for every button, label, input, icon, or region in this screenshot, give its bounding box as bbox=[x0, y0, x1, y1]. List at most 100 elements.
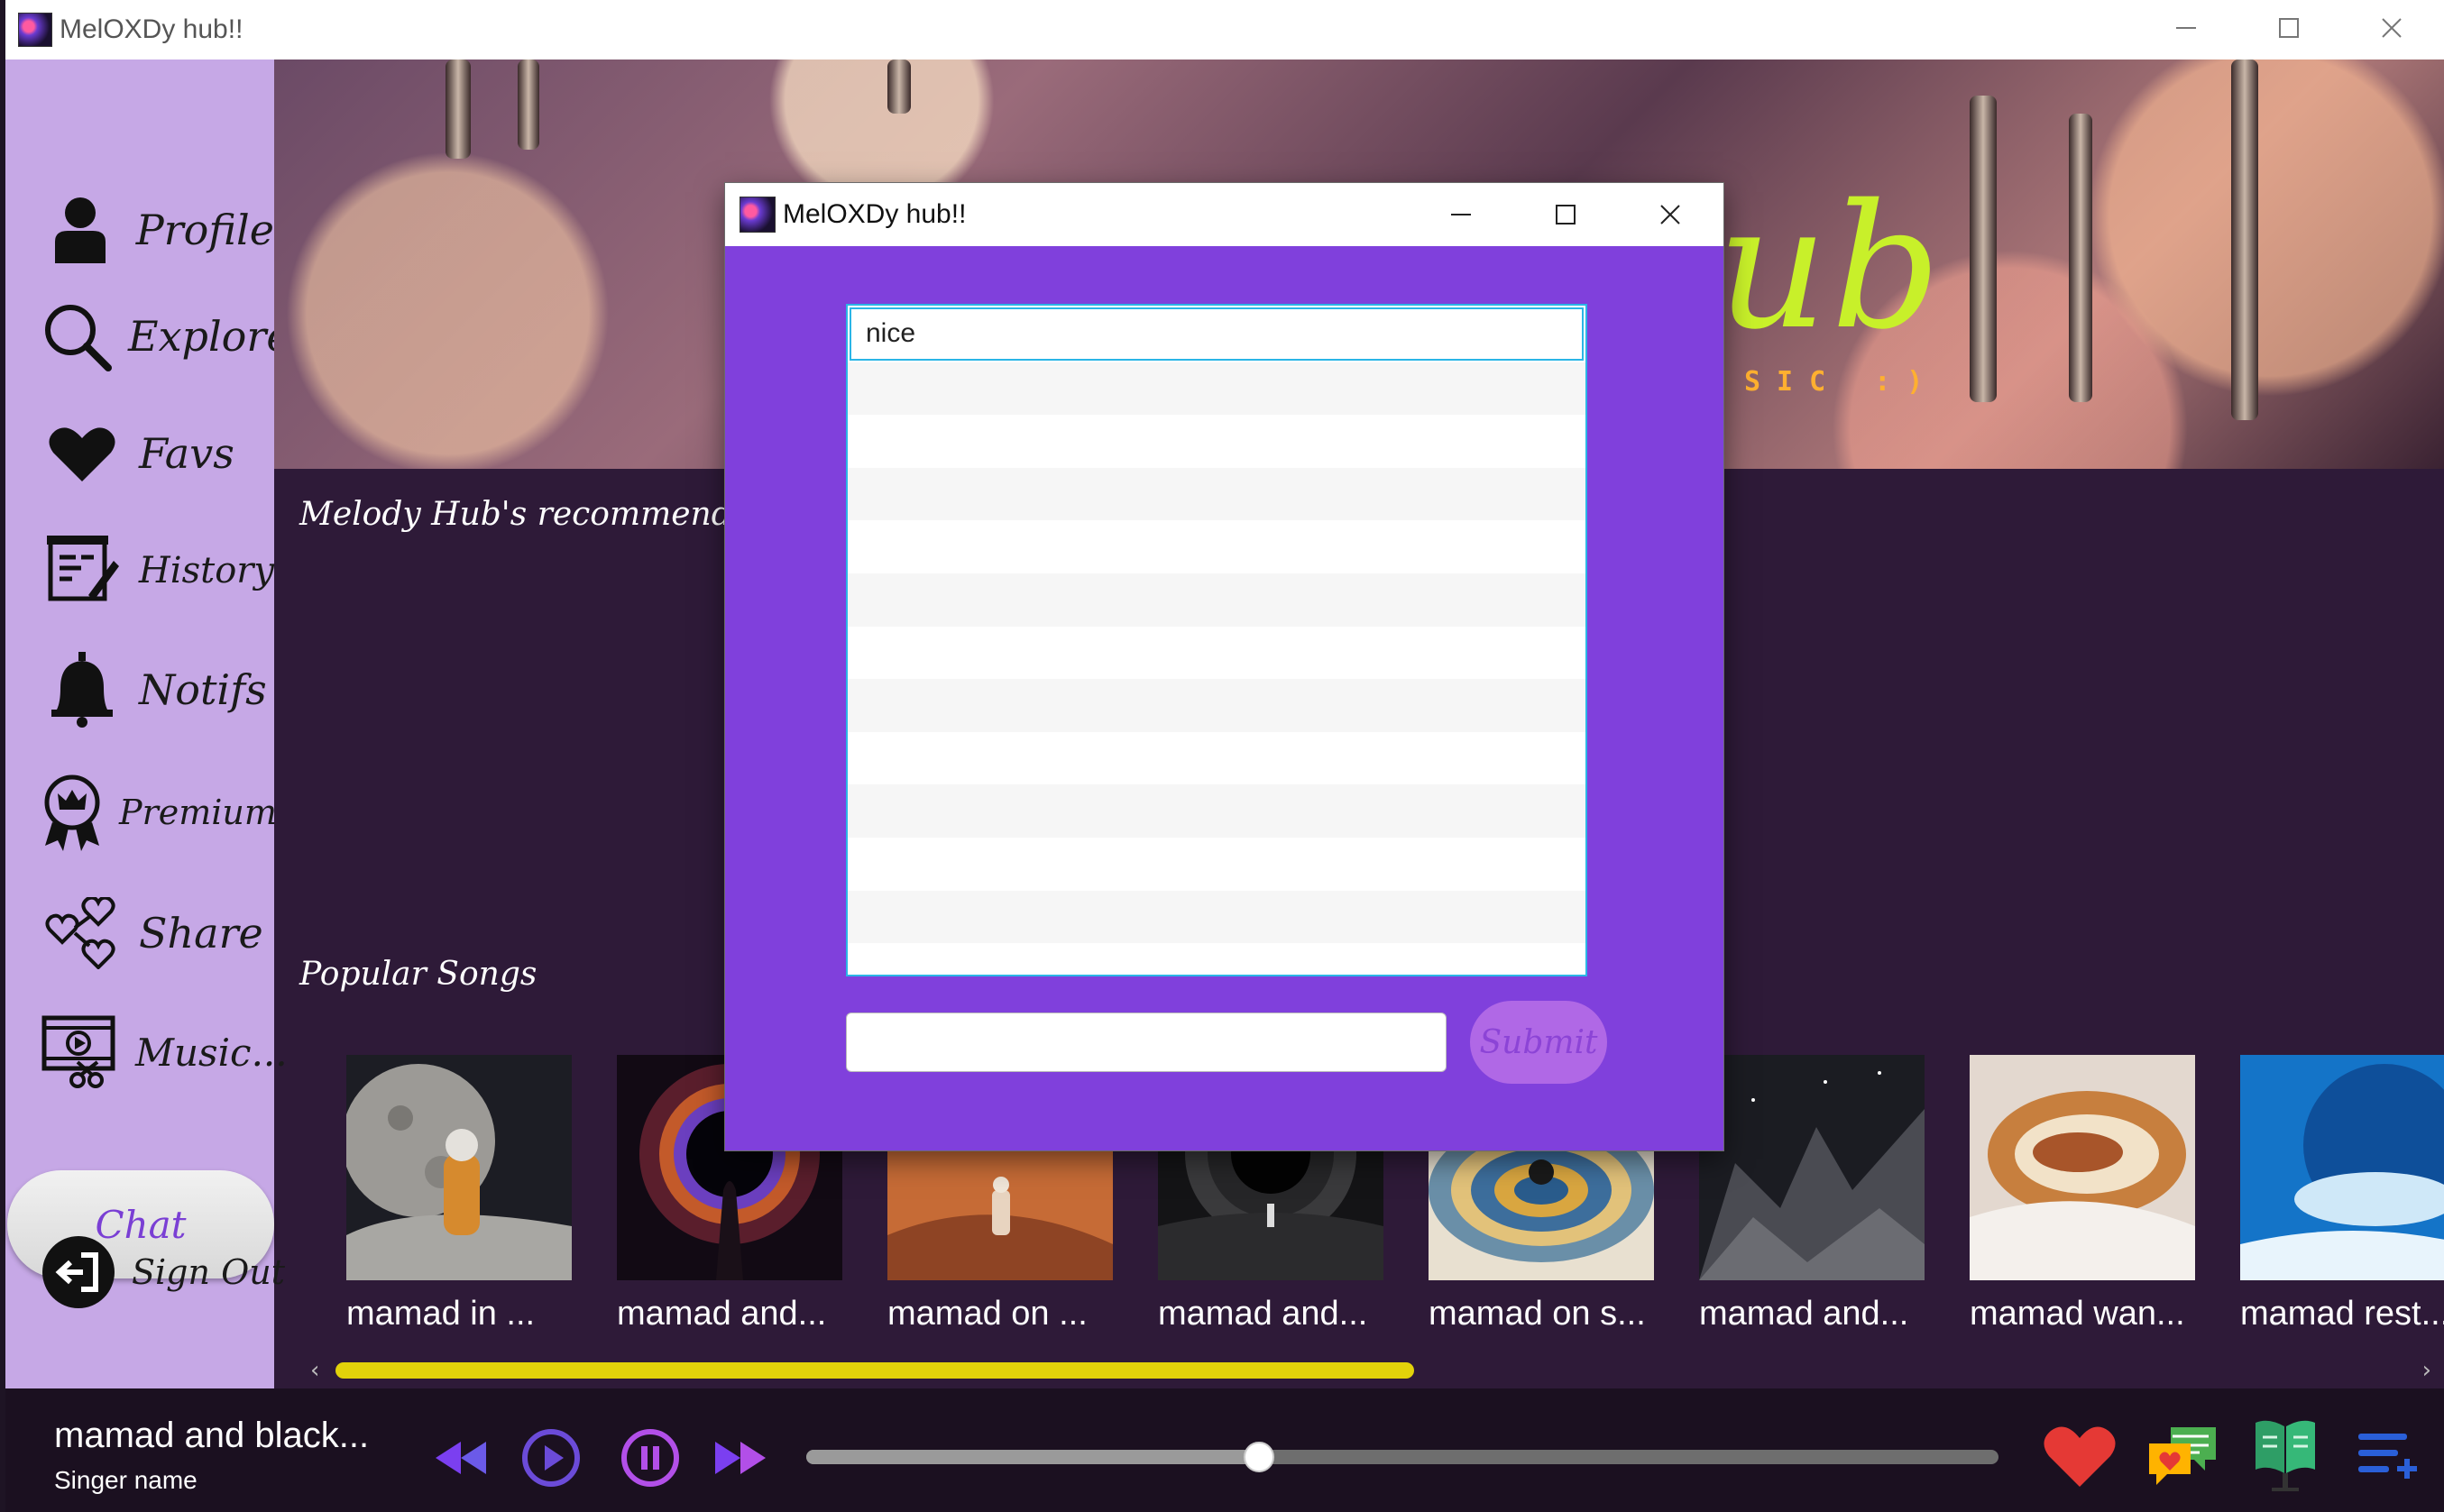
sidebar-item-label: Music... bbox=[135, 1030, 288, 1075]
sidebar-item-favs[interactable]: Favs bbox=[5, 404, 274, 503]
lyrics-book-button[interactable] bbox=[2246, 1416, 2325, 1495]
dialog-minimize-button[interactable] bbox=[1409, 183, 1513, 246]
list-item bbox=[848, 784, 1585, 838]
banner-decor bbox=[2069, 114, 2092, 402]
sign-out-button[interactable]: Sign Out bbox=[5, 1223, 285, 1322]
minimize-button[interactable] bbox=[2136, 0, 2237, 56]
dialog-titlebar: MelOXDy hub!! bbox=[725, 183, 1723, 246]
sidebar-item-label: Sign Out bbox=[132, 1252, 285, 1292]
window-titlebar: MelOXDy hub!! bbox=[5, 0, 2444, 60]
lyrics-book-icon bbox=[2256, 1420, 2315, 1491]
song-card[interactable]: mamad and... bbox=[1699, 1055, 1925, 1333]
song-title: mamad on ... bbox=[887, 1295, 1088, 1333]
banner-decor bbox=[518, 60, 539, 150]
favorite-button[interactable] bbox=[2040, 1416, 2119, 1495]
sidebar-item-share[interactable]: Share bbox=[5, 884, 274, 983]
song-title: mamad and... bbox=[1699, 1295, 1909, 1333]
heart-icon bbox=[41, 413, 123, 494]
maximize-icon bbox=[2279, 18, 2299, 38]
sidebar-item-label: Explore bbox=[128, 312, 291, 361]
banner-subtitle: SIC :) bbox=[1744, 366, 1940, 398]
sidebar-item-label: Notifs bbox=[139, 665, 267, 714]
song-title: mamad in ... bbox=[346, 1295, 536, 1333]
sidebar-item-label: Profile bbox=[135, 206, 274, 254]
dialog-close-button[interactable] bbox=[1618, 183, 1723, 246]
song-cover-image bbox=[342, 1055, 572, 1280]
sidebar-item-label: Favs bbox=[139, 429, 234, 478]
sidebar-item-label: Share bbox=[139, 909, 263, 958]
heart-icon bbox=[2044, 1426, 2116, 1487]
chat-message-list[interactable]: nice bbox=[846, 304, 1587, 976]
premium-badge-icon bbox=[41, 772, 103, 853]
close-icon bbox=[2382, 18, 2402, 38]
songs-horizontal-scrollbar[interactable]: ‹ › bbox=[303, 1357, 2444, 1384]
search-icon bbox=[41, 296, 112, 377]
now-playing-title: mamad and black... bbox=[54, 1416, 370, 1455]
submit-button[interactable]: Submit bbox=[1470, 1001, 1607, 1084]
scrollbar-thumb[interactable] bbox=[335, 1362, 1414, 1379]
song-title: mamad wan... bbox=[1970, 1295, 2185, 1333]
player-bar: mamad and black... Singer name bbox=[5, 1388, 2444, 1512]
app-logo-icon bbox=[740, 197, 776, 233]
comments-button[interactable] bbox=[2143, 1416, 2222, 1495]
progress-knob[interactable] bbox=[1244, 1442, 1275, 1472]
now-playing-artist: Singer name bbox=[54, 1466, 198, 1494]
list-item bbox=[848, 520, 1585, 573]
banner-logo-text: ub bbox=[1717, 168, 1944, 367]
fast-forward-icon bbox=[715, 1442, 766, 1474]
sidebar-item-notifs[interactable]: Notifs bbox=[5, 640, 274, 739]
user-icon bbox=[41, 189, 120, 270]
pause-icon bbox=[621, 1429, 679, 1487]
rewind-icon bbox=[436, 1442, 486, 1474]
app-logo-icon bbox=[18, 13, 52, 47]
list-item bbox=[848, 362, 1585, 416]
popular-songs-title: Popular Songs bbox=[299, 956, 537, 993]
list-item bbox=[848, 838, 1585, 891]
close-button[interactable] bbox=[2341, 0, 2442, 56]
comments-icon bbox=[2149, 1427, 2216, 1485]
chat-dialog: MelOXDy hub!! nice Submit bbox=[725, 183, 1723, 1150]
song-title: mamad and... bbox=[1158, 1295, 1368, 1333]
minimize-icon bbox=[1451, 214, 1471, 215]
maximize-button[interactable] bbox=[2238, 0, 2339, 56]
sidebar-item-premium[interactable]: Premium bbox=[5, 763, 277, 862]
window-title: MelOXDy hub!! bbox=[60, 14, 243, 44]
sidebar: Profile Explore Favs History Notifs Prem… bbox=[5, 60, 291, 1388]
chat-message[interactable]: nice bbox=[850, 307, 1584, 361]
sidebar-item-explore[interactable]: Explore bbox=[5, 287, 291, 386]
dialog-maximize-button[interactable] bbox=[1513, 183, 1618, 246]
song-card[interactable]: mamad wan... bbox=[1970, 1055, 2195, 1333]
banner-decor bbox=[887, 60, 911, 114]
sidebar-item-profile[interactable]: Profile bbox=[5, 180, 274, 279]
add-to-queue-button[interactable] bbox=[2348, 1416, 2428, 1495]
playback-progress-bar[interactable] bbox=[806, 1442, 1998, 1472]
list-item bbox=[848, 943, 1585, 975]
share-hearts-icon bbox=[41, 893, 123, 974]
rewind-button[interactable] bbox=[429, 1426, 492, 1489]
song-title: mamad rest... bbox=[2240, 1295, 2444, 1333]
maximize-icon bbox=[1556, 205, 1576, 225]
list-item bbox=[848, 573, 1585, 627]
chat-message-input[interactable] bbox=[846, 1013, 1447, 1072]
song-card[interactable]: mamad rest... bbox=[2240, 1055, 2444, 1333]
minimize-icon bbox=[2176, 27, 2196, 29]
scroll-left-button[interactable]: ‹ bbox=[310, 1357, 319, 1384]
pause-button[interactable] bbox=[619, 1426, 682, 1489]
song-cover-image bbox=[1699, 1055, 1925, 1280]
song-cover-image bbox=[2240, 1055, 2444, 1280]
sidebar-item-label: Premium bbox=[119, 793, 277, 832]
bell-icon bbox=[41, 649, 123, 730]
sign-out-icon bbox=[41, 1232, 115, 1313]
history-icon bbox=[41, 530, 123, 611]
banner-decor bbox=[1970, 96, 1997, 402]
sidebar-item-music[interactable]: Music... bbox=[5, 1003, 288, 1102]
fast-forward-button[interactable] bbox=[709, 1426, 772, 1489]
song-card[interactable]: mamad in ... bbox=[342, 1055, 572, 1333]
sidebar-item-history[interactable]: History bbox=[5, 521, 274, 620]
scroll-right-button[interactable]: › bbox=[2422, 1357, 2431, 1384]
play-button[interactable] bbox=[519, 1426, 583, 1489]
add-to-queue-icon bbox=[2358, 1434, 2417, 1479]
list-item bbox=[848, 890, 1585, 944]
list-item bbox=[848, 415, 1585, 468]
play-icon bbox=[522, 1429, 580, 1487]
